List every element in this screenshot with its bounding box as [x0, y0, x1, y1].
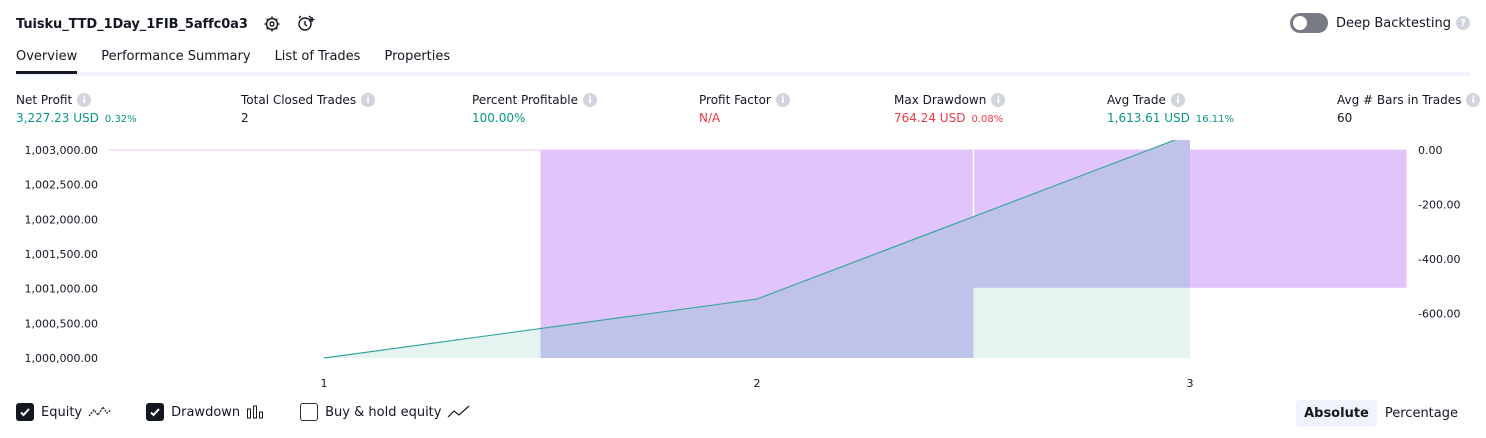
metric-label: Profit Factor: [699, 93, 771, 107]
metric-net-profit: Net Profit i 3,227.23 USD 0.32%: [16, 93, 137, 125]
metric-percent: 0.32%: [104, 114, 137, 125]
tab-properties[interactable]: Properties: [384, 42, 450, 74]
metric-label: Avg Trade: [1107, 93, 1166, 107]
absolute-button[interactable]: Absolute: [1296, 400, 1377, 427]
info-icon[interactable]: i: [582, 93, 597, 107]
metric-avg-bars: Avg # Bars in Trades i 60: [1337, 93, 1481, 125]
metric-value: 60: [1337, 111, 1353, 125]
tab-overview[interactable]: Overview: [16, 42, 78, 74]
metric-profit-factor: Profit Factor i N/A: [699, 93, 790, 125]
metric-value: 3,227.23 USD: [16, 111, 99, 125]
value-mode-switch: Absolute Percentage: [1296, 400, 1466, 427]
left-axis-tick: 1,000,500.00: [25, 317, 98, 330]
metric-value: 764.24 USD: [894, 111, 966, 125]
info-icon[interactable]: i: [775, 93, 790, 107]
metric-value: 100.00%: [472, 111, 526, 125]
left-axis-tick: 1,002,500.00: [25, 179, 98, 192]
checkbox-unchecked[interactable]: [300, 403, 319, 421]
metric-percent-profitable: Percent Profitable i 100.00%: [472, 93, 597, 125]
buy-hold-checkbox[interactable]: Buy & hold equity: [300, 403, 471, 421]
metric-percent: 16.11%: [1195, 114, 1235, 125]
deep-backtesting-label: Deep Backtesting: [1335, 15, 1451, 31]
tab-bar: Overview Performance Summary List of Tra…: [16, 42, 474, 76]
chart-legend: Equity Drawdown Buy & hold equity: [16, 403, 505, 421]
checkbox-checked[interactable]: [16, 403, 34, 421]
metric-value: 2: [241, 111, 249, 125]
metric-max-drawdown: Max Drawdown i 764.24 USD 0.08%: [894, 93, 1006, 125]
metric-avg-trade: Avg Trade i 1,613.61 USD 16.11%: [1107, 93, 1234, 125]
metric-value: N/A: [699, 111, 721, 125]
equity-checkbox[interactable]: Equity: [16, 403, 112, 421]
deep-backtesting-toggle[interactable]: [1289, 13, 1328, 33]
metric-percent: 0.08%: [971, 114, 1004, 125]
tab-list-of-trades[interactable]: List of Trades: [275, 42, 361, 74]
percentage-button[interactable]: Percentage: [1377, 400, 1466, 427]
left-axis-tick: 1,002,000.00: [25, 213, 98, 226]
info-icon[interactable]: i: [361, 93, 376, 107]
left-axis-tick: 1,001,500.00: [25, 248, 98, 261]
drawdown-label: Drawdown: [171, 404, 241, 420]
right-axis-tick: -400.00: [1418, 253, 1460, 266]
equity-line-icon: [88, 405, 112, 419]
info-icon[interactable]: i: [1170, 93, 1185, 107]
info-icon[interactable]: i: [991, 93, 1006, 107]
info-icon[interactable]: i: [1466, 93, 1481, 107]
strategy-header: Tuisku_TTD_1Day_1FIB_5affc0a3: [16, 12, 316, 36]
metric-label: Net Profit: [16, 93, 73, 107]
metric-label: Max Drawdown: [894, 93, 987, 107]
right-axis-tick: -600.00: [1418, 308, 1460, 321]
x-axis-tick: 1: [321, 377, 328, 390]
x-axis-tick: 2: [754, 377, 761, 390]
buy-hold-label: Buy & hold equity: [325, 404, 442, 420]
right-axis-tick: 0.00: [1418, 144, 1443, 157]
deep-backtesting: Deep Backtesting ?: [1289, 13, 1470, 33]
left-axis-tick: 1,000,000.00: [25, 352, 98, 365]
equity-drawdown-chart[interactable]: 1,003,000.00 1,002,500.00 1,002,000.00 1,00…: [0, 140, 1486, 398]
left-axis-tick: 1,003,000.00: [25, 144, 98, 157]
trend-line-icon: [447, 405, 471, 419]
metric-label: Avg # Bars in Trades: [1337, 93, 1462, 107]
metric-value: 1,613.61 USD: [1107, 111, 1190, 125]
info-icon[interactable]: i: [77, 93, 92, 107]
right-axis-tick: -200.00: [1418, 199, 1460, 212]
help-icon[interactable]: ?: [1456, 16, 1470, 30]
tab-performance-summary[interactable]: Performance Summary: [101, 42, 250, 74]
bars-icon: [246, 405, 266, 419]
metric-label: Total Closed Trades: [241, 93, 357, 107]
checkbox-checked[interactable]: [146, 403, 165, 421]
strategy-title: Tuisku_TTD_1Day_1FIB_5affc0a3: [16, 16, 248, 32]
equity-label: Equity: [41, 404, 83, 420]
x-axis-tick: 3: [1187, 377, 1194, 390]
add-alert-icon[interactable]: [296, 14, 316, 34]
gear-icon[interactable]: [262, 14, 282, 34]
metric-label: Percent Profitable: [472, 93, 578, 107]
metric-total-closed-trades: Total Closed Trades i 2: [241, 93, 376, 125]
left-axis-tick: 1,001,000.00: [25, 283, 98, 296]
drawdown-checkbox[interactable]: Drawdown: [146, 403, 266, 421]
